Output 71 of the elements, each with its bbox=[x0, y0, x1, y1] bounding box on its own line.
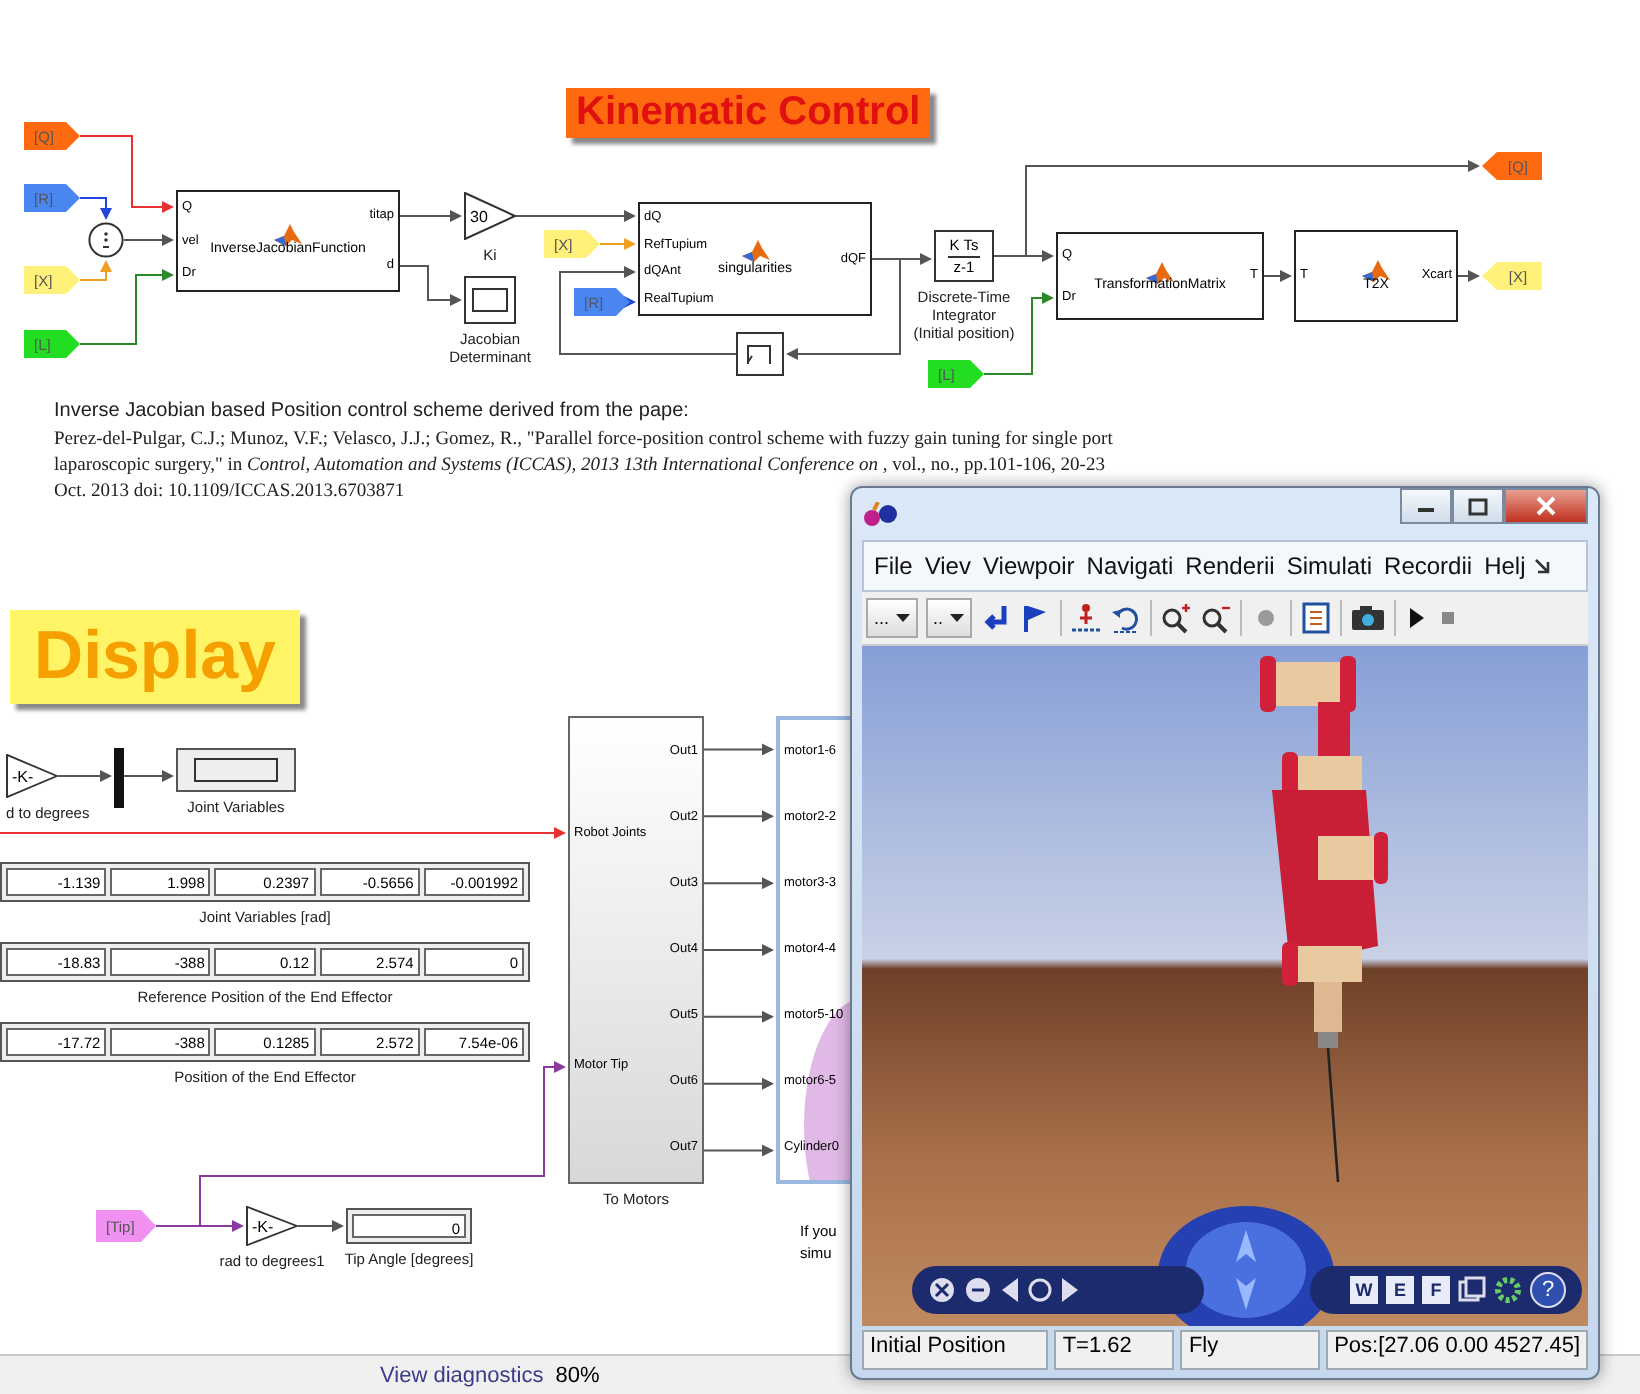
signal-line bbox=[1263, 270, 1292, 282]
maximize-icon bbox=[1468, 497, 1488, 515]
menu-item[interactable]: Simulati bbox=[1280, 552, 1379, 580]
person-on-ground-icon[interactable] bbox=[1069, 602, 1102, 634]
zoom-in-icon[interactable] bbox=[1159, 602, 1192, 634]
peak-icon bbox=[741, 237, 769, 261]
dropdown[interactable]: ... bbox=[866, 598, 918, 638]
gain-block[interactable]: 30 bbox=[464, 192, 516, 240]
zoom-level: 80% bbox=[555, 1363, 600, 1387]
caret-icon bbox=[949, 614, 964, 622]
section-title: Kinematic Control bbox=[566, 88, 931, 138]
caret-icon bbox=[895, 614, 910, 622]
maximize-button[interactable] bbox=[1452, 488, 1504, 524]
nav-mode-button[interactable]: F bbox=[1422, 1276, 1450, 1304]
menu-item[interactable]: Viewpoir bbox=[976, 552, 1081, 580]
nav-mode-button[interactable]: E bbox=[1386, 1276, 1414, 1304]
menu-item[interactable]: Recordii bbox=[1378, 552, 1479, 580]
signal-line bbox=[1457, 270, 1480, 282]
status-field: Pos:[27.06 0.00 4527.45] bbox=[1326, 1330, 1588, 1370]
clipboard-icon[interactable] bbox=[1299, 602, 1332, 634]
menu-item[interactable]: Helj bbox=[1478, 552, 1532, 580]
3d-viewport[interactable]: W E F ? bbox=[862, 646, 1588, 1326]
close-circle-icon[interactable] bbox=[928, 1276, 956, 1304]
sum-block[interactable] bbox=[88, 222, 124, 258]
signal-line bbox=[703, 877, 774, 890]
close-button[interactable] bbox=[1504, 488, 1588, 524]
signal-line bbox=[703, 1144, 774, 1157]
camera-icon[interactable] bbox=[1349, 602, 1386, 634]
app-icon bbox=[862, 502, 898, 526]
signal-line bbox=[703, 1010, 774, 1023]
display-block[interactable] bbox=[176, 748, 296, 792]
description-text: Inverse Jacobian based Position control scheme derived from the pape: bbox=[54, 400, 691, 422]
delay-block[interactable] bbox=[736, 332, 784, 376]
citation-text: Perez-del-Pulgar, C.J.; Munoz, V.F.; Velasco, J.J.; Gomez, R., "Parallel force-position control scheme with fuzzy gain tuning for single port laparoscopic surgery," in Control, Automation and Systems (ICCAS), 2013 13th International Conference on , vol., no., pp.101-106, 20-23 Oct. 2013 doi: 10.1109/ICCAS.2013.6703871 bbox=[54, 428, 1115, 506]
undo-icon[interactable] bbox=[1109, 602, 1142, 634]
gain-block[interactable]: -K- bbox=[6, 754, 58, 798]
signal-line bbox=[399, 265, 462, 306]
menu-item[interactable]: Navigati bbox=[1080, 552, 1180, 580]
dropdown[interactable]: .. bbox=[925, 598, 972, 638]
signal-line bbox=[599, 238, 636, 250]
gain-block[interactable]: -K- bbox=[246, 1206, 298, 1246]
signal-line bbox=[703, 810, 774, 823]
scope-block[interactable] bbox=[464, 276, 516, 324]
return-arrow-icon[interactable] bbox=[979, 602, 1012, 634]
signal-line bbox=[703, 743, 774, 756]
windows-icon[interactable] bbox=[1458, 1276, 1486, 1304]
menu-item[interactable]: Viev bbox=[918, 552, 977, 580]
gear-icon[interactable] bbox=[1494, 1276, 1522, 1304]
signal-line bbox=[123, 770, 174, 782]
minimize-button[interactable] bbox=[1400, 488, 1452, 524]
menu-item[interactable]: File bbox=[868, 552, 919, 580]
signal-line bbox=[703, 944, 774, 956]
delay-icon bbox=[746, 342, 774, 366]
help-button[interactable]: ? bbox=[1530, 1272, 1566, 1308]
zoom-out-icon[interactable] bbox=[1199, 602, 1232, 634]
section-title: Display bbox=[10, 610, 300, 704]
chevron-icon[interactable] bbox=[1531, 556, 1552, 576]
view-diagnostics-link[interactable]: View diagnostics bbox=[380, 1363, 544, 1387]
signal-line bbox=[515, 210, 636, 222]
status-field: Initial Position bbox=[862, 1330, 1049, 1370]
status-field: T=1.62 bbox=[1054, 1330, 1175, 1370]
signal-line bbox=[399, 210, 462, 222]
signal-line bbox=[703, 1077, 774, 1090]
left-right-arrows-icon[interactable] bbox=[1000, 1276, 1080, 1304]
close-icon bbox=[1536, 496, 1556, 516]
nav-mode-button[interactable]: W bbox=[1350, 1276, 1378, 1304]
menu-item[interactable]: Renderii bbox=[1179, 552, 1281, 580]
signal-line bbox=[123, 234, 174, 246]
status-field: Fly bbox=[1180, 1330, 1321, 1370]
signal-line bbox=[57, 770, 112, 782]
minus-circle-icon[interactable] bbox=[964, 1276, 992, 1304]
